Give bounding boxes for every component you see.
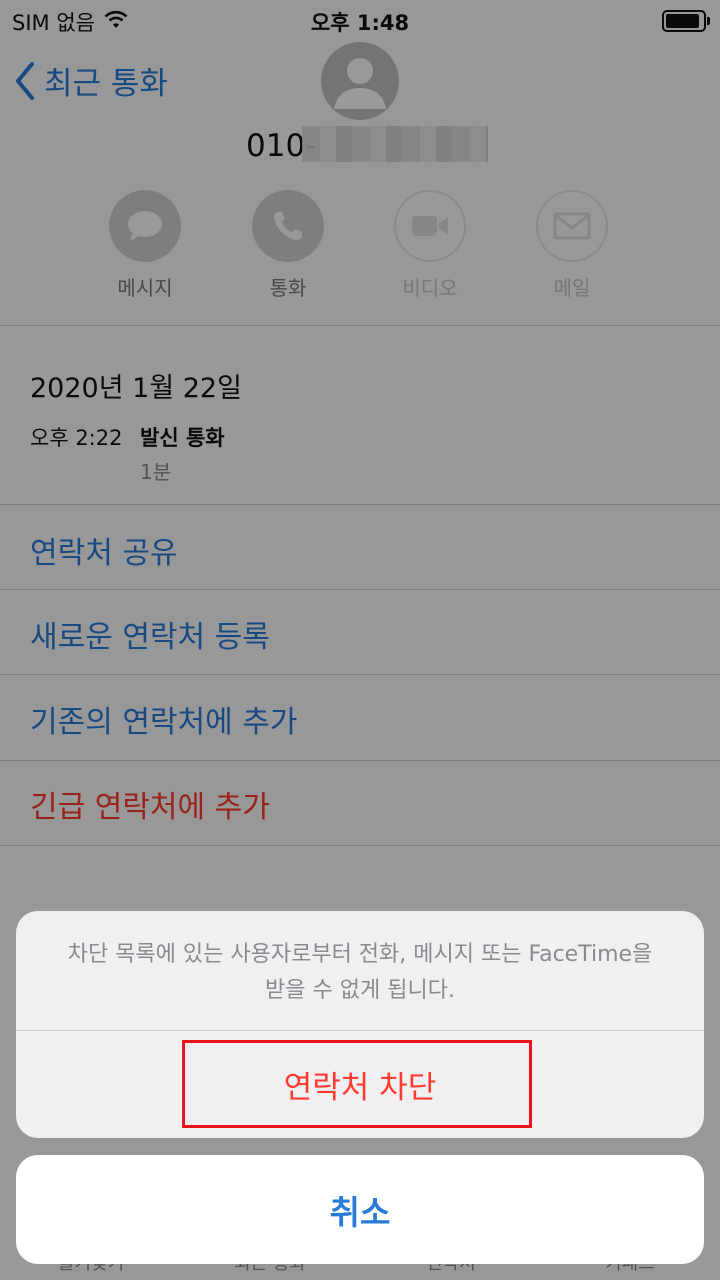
sheet-message-line1: 차단 목록에 있는 사용자로부터 전화, 메시지 또는 FaceTime을 [67,942,653,967]
sheet-message-line2: 받을 수 없게 됩니다. [265,978,455,1003]
sheet-message: 차단 목록에 있는 사용자로부터 전화, 메시지 또는 FaceTime을 받을… [46,937,674,1009]
annotation-highlight-box [182,1040,532,1128]
cancel-button[interactable]: 취소 [16,1155,704,1264]
contact-detail-screen: SIM 없음 오후 1:48 최근 통화 010- 메시지 통화 비디오 메일 … [0,0,720,1280]
